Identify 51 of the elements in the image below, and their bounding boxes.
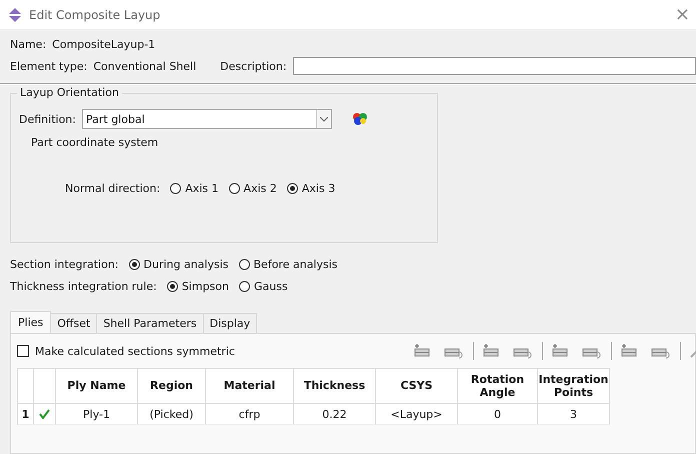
close-icon[interactable]: ×	[674, 4, 690, 25]
name-label: Name:	[10, 38, 46, 50]
element-type-value: Conventional Shell	[93, 60, 196, 72]
column-header: Rotation Angle	[458, 369, 538, 404]
app-icon	[8, 8, 22, 22]
tab[interactable]: Display	[202, 313, 258, 333]
table-cell: (Picked)	[138, 404, 206, 425]
radio-button[interactable]	[228, 182, 240, 194]
radio-label: Axis 2	[244, 182, 277, 194]
name-value: CompositeLayup-1	[52, 38, 156, 50]
radio-label: Before analysis	[254, 258, 338, 270]
checkbox[interactable]	[17, 345, 29, 357]
table-cell: 0.22	[294, 404, 376, 425]
normal-direction-label: Normal direction:	[65, 182, 160, 194]
radio-button[interactable]	[170, 182, 182, 194]
table-cell: Ply-1	[56, 404, 138, 425]
column-header: CSYS	[376, 369, 458, 404]
coordinate-note: Part coordinate system	[31, 136, 160, 149]
window-title: Edit Composite Layup	[29, 8, 162, 22]
radio-button[interactable]	[238, 258, 250, 270]
tab[interactable]: Plies	[10, 311, 52, 333]
table-cell: cfrp	[206, 404, 294, 425]
description-label: Description:	[220, 60, 287, 72]
row-number: 1	[18, 404, 34, 425]
definition-dropdown[interactable]: Part global	[82, 109, 332, 129]
color-blob-icon[interactable]	[352, 112, 368, 126]
definition-label: Definition:	[19, 112, 76, 126]
radio-button[interactable]	[238, 280, 250, 292]
section-integration-label: Section integration:	[10, 258, 118, 270]
table-cell: 0	[458, 404, 538, 425]
table-cell: <Layup>	[376, 404, 458, 425]
radio-label: Axis 1	[185, 182, 219, 194]
radio-label: During analysis	[144, 258, 229, 270]
thickness-rule-label: Thickness integration rule:	[10, 280, 157, 292]
column-header: Material	[206, 369, 294, 404]
group-title: Layup Orientation	[17, 86, 122, 99]
checkbox-label: Make calculated sections symmetric	[35, 344, 235, 358]
radio-label: Gauss	[254, 280, 288, 292]
table-cell: 3	[538, 404, 610, 425]
radio-button[interactable]	[128, 258, 140, 270]
radio-label: Simpson	[182, 280, 229, 292]
radio-label: Axis 3	[302, 182, 336, 194]
column-header: Ply Name	[56, 369, 138, 404]
chevron-down-icon	[320, 116, 328, 122]
column-header: Thickness	[294, 369, 376, 404]
element-type-label: Element type:	[10, 60, 88, 72]
column-header: Region	[138, 369, 206, 404]
column-header: Integration Points	[538, 369, 610, 404]
description-field[interactable]	[292, 57, 696, 75]
radio-button[interactable]	[166, 280, 178, 292]
radio-button[interactable]	[286, 182, 298, 194]
